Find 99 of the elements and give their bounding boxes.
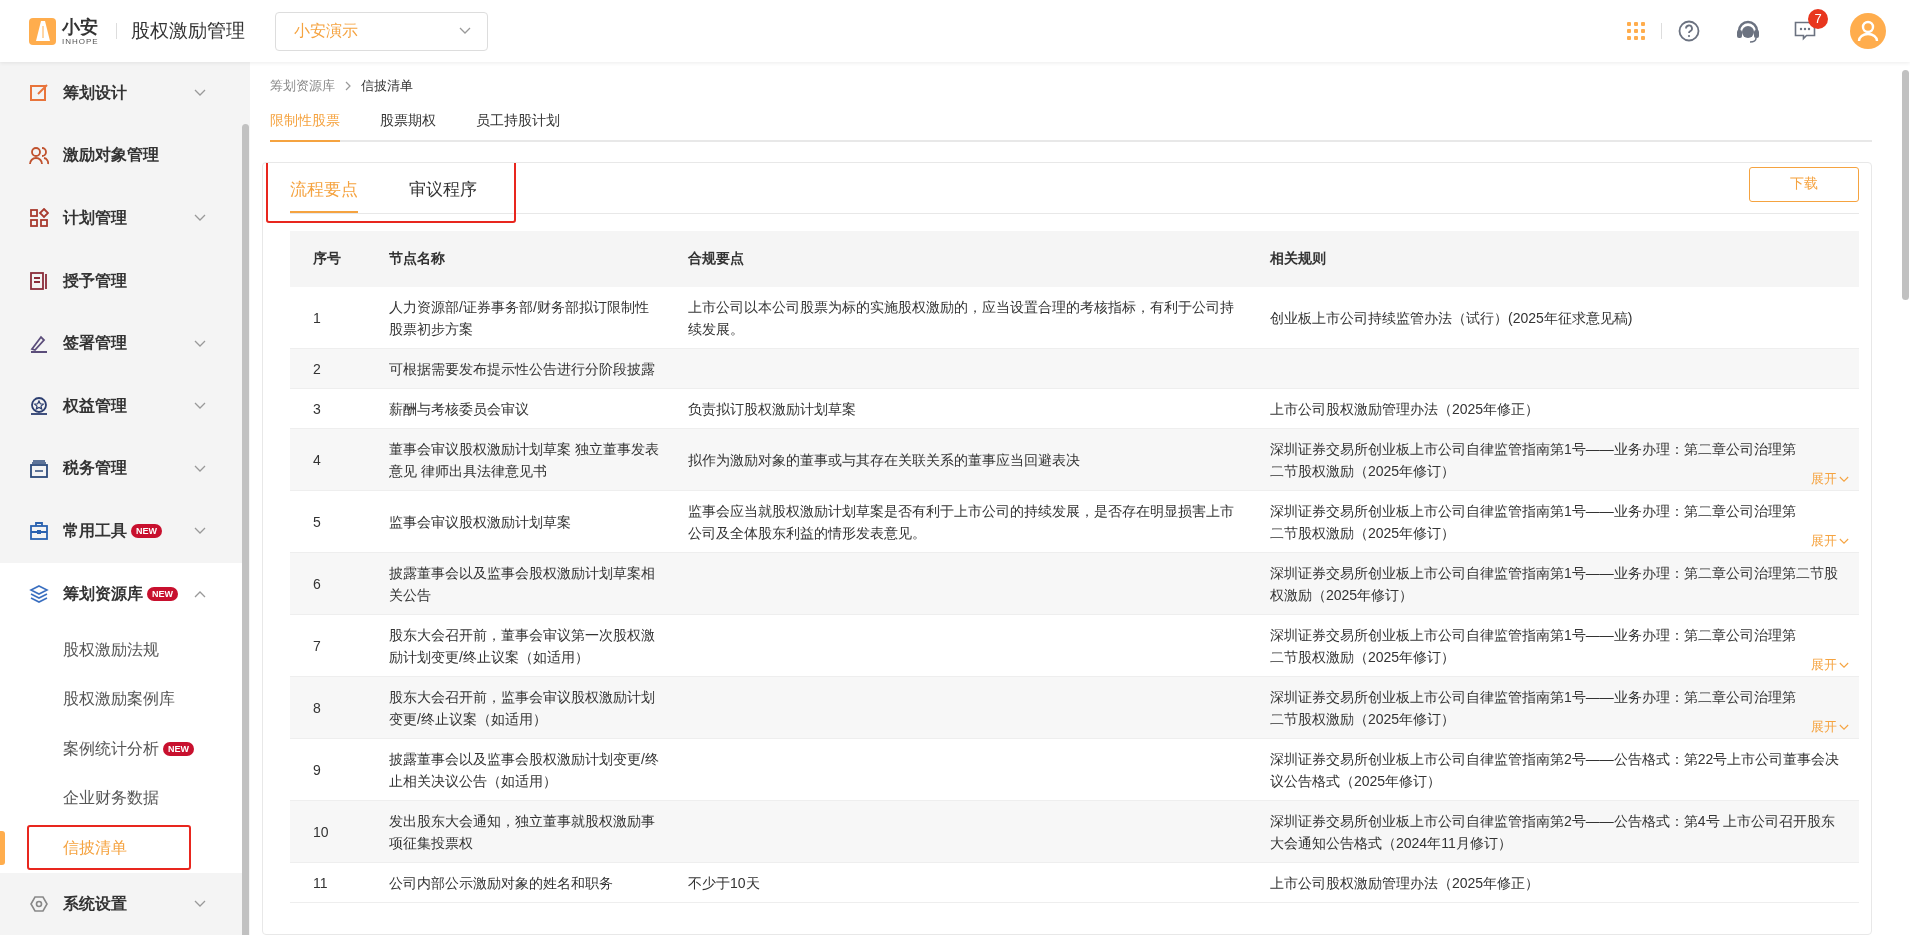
people-icon (29, 145, 49, 166)
sidebar-item[interactable]: 税务管理 (0, 437, 242, 501)
table-cell: 人力资源部/证券事务部/财务部拟订限制性股票初步方案 (389, 299, 649, 337)
sidebar-item[interactable]: 常用工具 NEW (0, 500, 242, 563)
chevron-down-icon (194, 900, 206, 909)
sidebar-item[interactable]: 筹划设计 (0, 62, 242, 125)
table-cell: 披露董事会以及监事会股权激励计划草案相关公告 (389, 565, 655, 603)
table-cell: 深圳证券交易所创业板上市公司自律监管指南第2号——公告格式：第4号 上市公司召开股东大会通知公告格式（2024年11月修订） (1270, 813, 1836, 851)
table-cell: 5 (313, 514, 321, 530)
breadcrumb-item: 信披清单 (361, 77, 413, 95)
chevron-down-icon (194, 464, 206, 473)
notification-badge: 7 (1808, 9, 1828, 29)
message-icon[interactable] (1794, 21, 1816, 41)
table-cell: 6 (313, 576, 321, 592)
table-cell: 股东大会召开前，监事会审议股权激励计划变更/终止议案（如适用） (389, 689, 655, 727)
table-cell: 董事会审议股权激励计划草案 独立董事发表意见 律师出具法律意见书 (389, 441, 659, 479)
table-cell: 8 (313, 700, 321, 716)
table-cell: 上市公司以本公司股票为标的实施股权激励的，应当设置合理的考核指标，有利于公司持续发展。 (688, 299, 1234, 337)
table-cell: 深圳证券交易所创业板上市公司自律监管指南第2号——公告格式：第22号上市公司董事会决议公告格式（2025年修订） (1270, 751, 1840, 789)
table-cell: 薪酬与考核委员会审议 (389, 401, 529, 417)
column-header: 序号 (290, 231, 375, 287)
scrollbar-thumb[interactable] (242, 124, 249, 935)
chevron-down-icon (194, 527, 206, 536)
edit-icon (29, 83, 49, 104)
table-cell: 创业板上市公司持续监管办法（试行）(2025年征求意见稿) (1270, 310, 1633, 326)
medal-icon (29, 396, 49, 417)
help-icon[interactable] (1678, 20, 1700, 42)
chevron-down-icon (194, 339, 206, 348)
chevron-down-icon (1839, 537, 1849, 545)
column-header: 合规要点 (674, 231, 1256, 287)
table-cell: 可根据需要发布提示性公告进行分阶段披露 (389, 361, 655, 377)
apps-grid-icon[interactable] (1627, 22, 1645, 40)
chevron-right-icon (344, 81, 352, 91)
scrollbar-thumb[interactable] (1902, 70, 1909, 300)
table-cell: 公司内部公示激励对象的姓名和职务 (389, 875, 613, 891)
chevron-down-icon (194, 214, 206, 223)
sidebar-subitem[interactable]: 股权激励案例库 (0, 674, 242, 725)
sidebar-item[interactable]: 系统设置 (0, 872, 242, 935)
table-cell: 拟作为激励对象的董事或与其存在关联关系的董事应当回避表决 (688, 452, 1080, 468)
table-cell: 11 (313, 875, 328, 891)
grid-icon (29, 208, 49, 229)
table-cell: 1 (313, 310, 321, 326)
sidebar-item[interactable]: 激励对象管理 (0, 124, 242, 188)
table-cell: 3 (313, 401, 321, 417)
chevron-down-icon (1839, 723, 1849, 731)
sidebar-item[interactable]: 筹划资源库 NEW (0, 562, 242, 626)
sidebar-item[interactable]: 权益管理 (0, 374, 242, 438)
table-cell: 10 (313, 824, 329, 840)
table-cell: 股东大会召开前，董事会审议第一次股权激励计划变更/终止议案（如适用） (389, 627, 655, 665)
new-badge: NEW (163, 742, 194, 757)
new-badge: NEW (147, 587, 178, 602)
tab[interactable]: 股票期权 (380, 108, 436, 142)
tab[interactable]: 审议程序 (409, 163, 477, 213)
table-cell: 监事会应当就股权激励计划草案是否有利于上市公司的持续发展，是否存在明显损害上市公司及全体股东利益的情形发表意见。 (688, 503, 1234, 541)
table-cell: 监事会审议股权激励计划草案 (389, 514, 571, 530)
new-badge: NEW (131, 524, 162, 539)
table-cell: 披露董事会以及监事会股权激励计划变更/终止相关决议公告（如适用） (389, 751, 659, 789)
chevron-down-icon (1839, 661, 1849, 669)
table-cell: 上市公司股权激励管理办法（2025年修正） (1270, 875, 1540, 891)
tab[interactable]: 员工持股计划 (476, 108, 560, 142)
table-cell: 9 (313, 762, 321, 778)
table-cell-text: 深圳证券交易所创业板上市公司自律监管指南第1号——业务办理：第二章公司治理第二节股权激励（2025年修订） (1270, 440, 1797, 481)
sidebar-item[interactable]: 授予管理 (0, 249, 242, 313)
tax-icon (29, 458, 49, 479)
table-cell: 上市公司股权激励管理办法（2025年修正） (1270, 401, 1540, 417)
table-cell: 7 (313, 638, 321, 654)
logo-icon (29, 17, 56, 45)
chevron-up-icon (194, 590, 206, 599)
column-header: 节点名称 (375, 231, 674, 287)
chevron-down-icon (194, 89, 206, 98)
sidebar-item[interactable]: 签署管理 (0, 312, 242, 375)
document-icon (29, 271, 49, 292)
breadcrumb-item[interactable]: 筹划资源库 (270, 77, 335, 95)
table-cell-text: 深圳证券交易所创业板上市公司自律监管指南第1号——业务办理：第二章公司治理第二节股权激励（2025年修订） (1270, 626, 1797, 667)
table-cell-text: 深圳证券交易所创业板上市公司自律监管指南第1号——业务办理：第二章公司治理第二节股权激励（2025年修订） (1270, 502, 1797, 543)
table-cell: 4 (313, 452, 321, 468)
app-title: 股权激励管理 (130, 19, 245, 43)
layers-icon (29, 584, 49, 605)
sidebar-subitem[interactable]: 案例统计分析 NEW (0, 724, 242, 774)
signature-icon (29, 333, 49, 354)
headset-icon[interactable] (1736, 18, 1760, 44)
chevron-down-icon (1839, 475, 1849, 483)
column-header: 相关规则 (1256, 231, 1859, 287)
logo-subtext: INHOPE (62, 36, 99, 46)
table-cell-text: 深圳证券交易所创业板上市公司自律监管指南第1号——业务办理：第二章公司治理第二节股权激励（2025年修订） (1270, 688, 1797, 729)
sidebar-subitem[interactable]: 企业财务数据 (0, 773, 242, 824)
toolbox-icon (29, 521, 49, 542)
sidebar-item[interactable]: 计划管理 (0, 187, 242, 250)
table-cell: 负责拟订股权激励计划草案 (688, 401, 856, 417)
table-cell: 不少于10天 (688, 875, 760, 891)
table-cell: 2 (313, 361, 321, 377)
table-cell: 深圳证券交易所创业板上市公司自律监管指南第1号——业务办理：第二章公司治理第二节股权激励（2025年修订） (1270, 565, 1838, 603)
chevron-down-icon (194, 402, 206, 411)
table-cell: 发出股东大会通知，独立董事就股权激励事项征集投票权 (389, 813, 655, 851)
sidebar-subitem[interactable]: 股权激励法规 (0, 625, 242, 675)
settings-icon (29, 894, 49, 915)
dropdown-chevron-icon (458, 27, 471, 35)
avatar-icon[interactable] (1850, 13, 1886, 49)
logo-text: 小安 (62, 16, 99, 37)
